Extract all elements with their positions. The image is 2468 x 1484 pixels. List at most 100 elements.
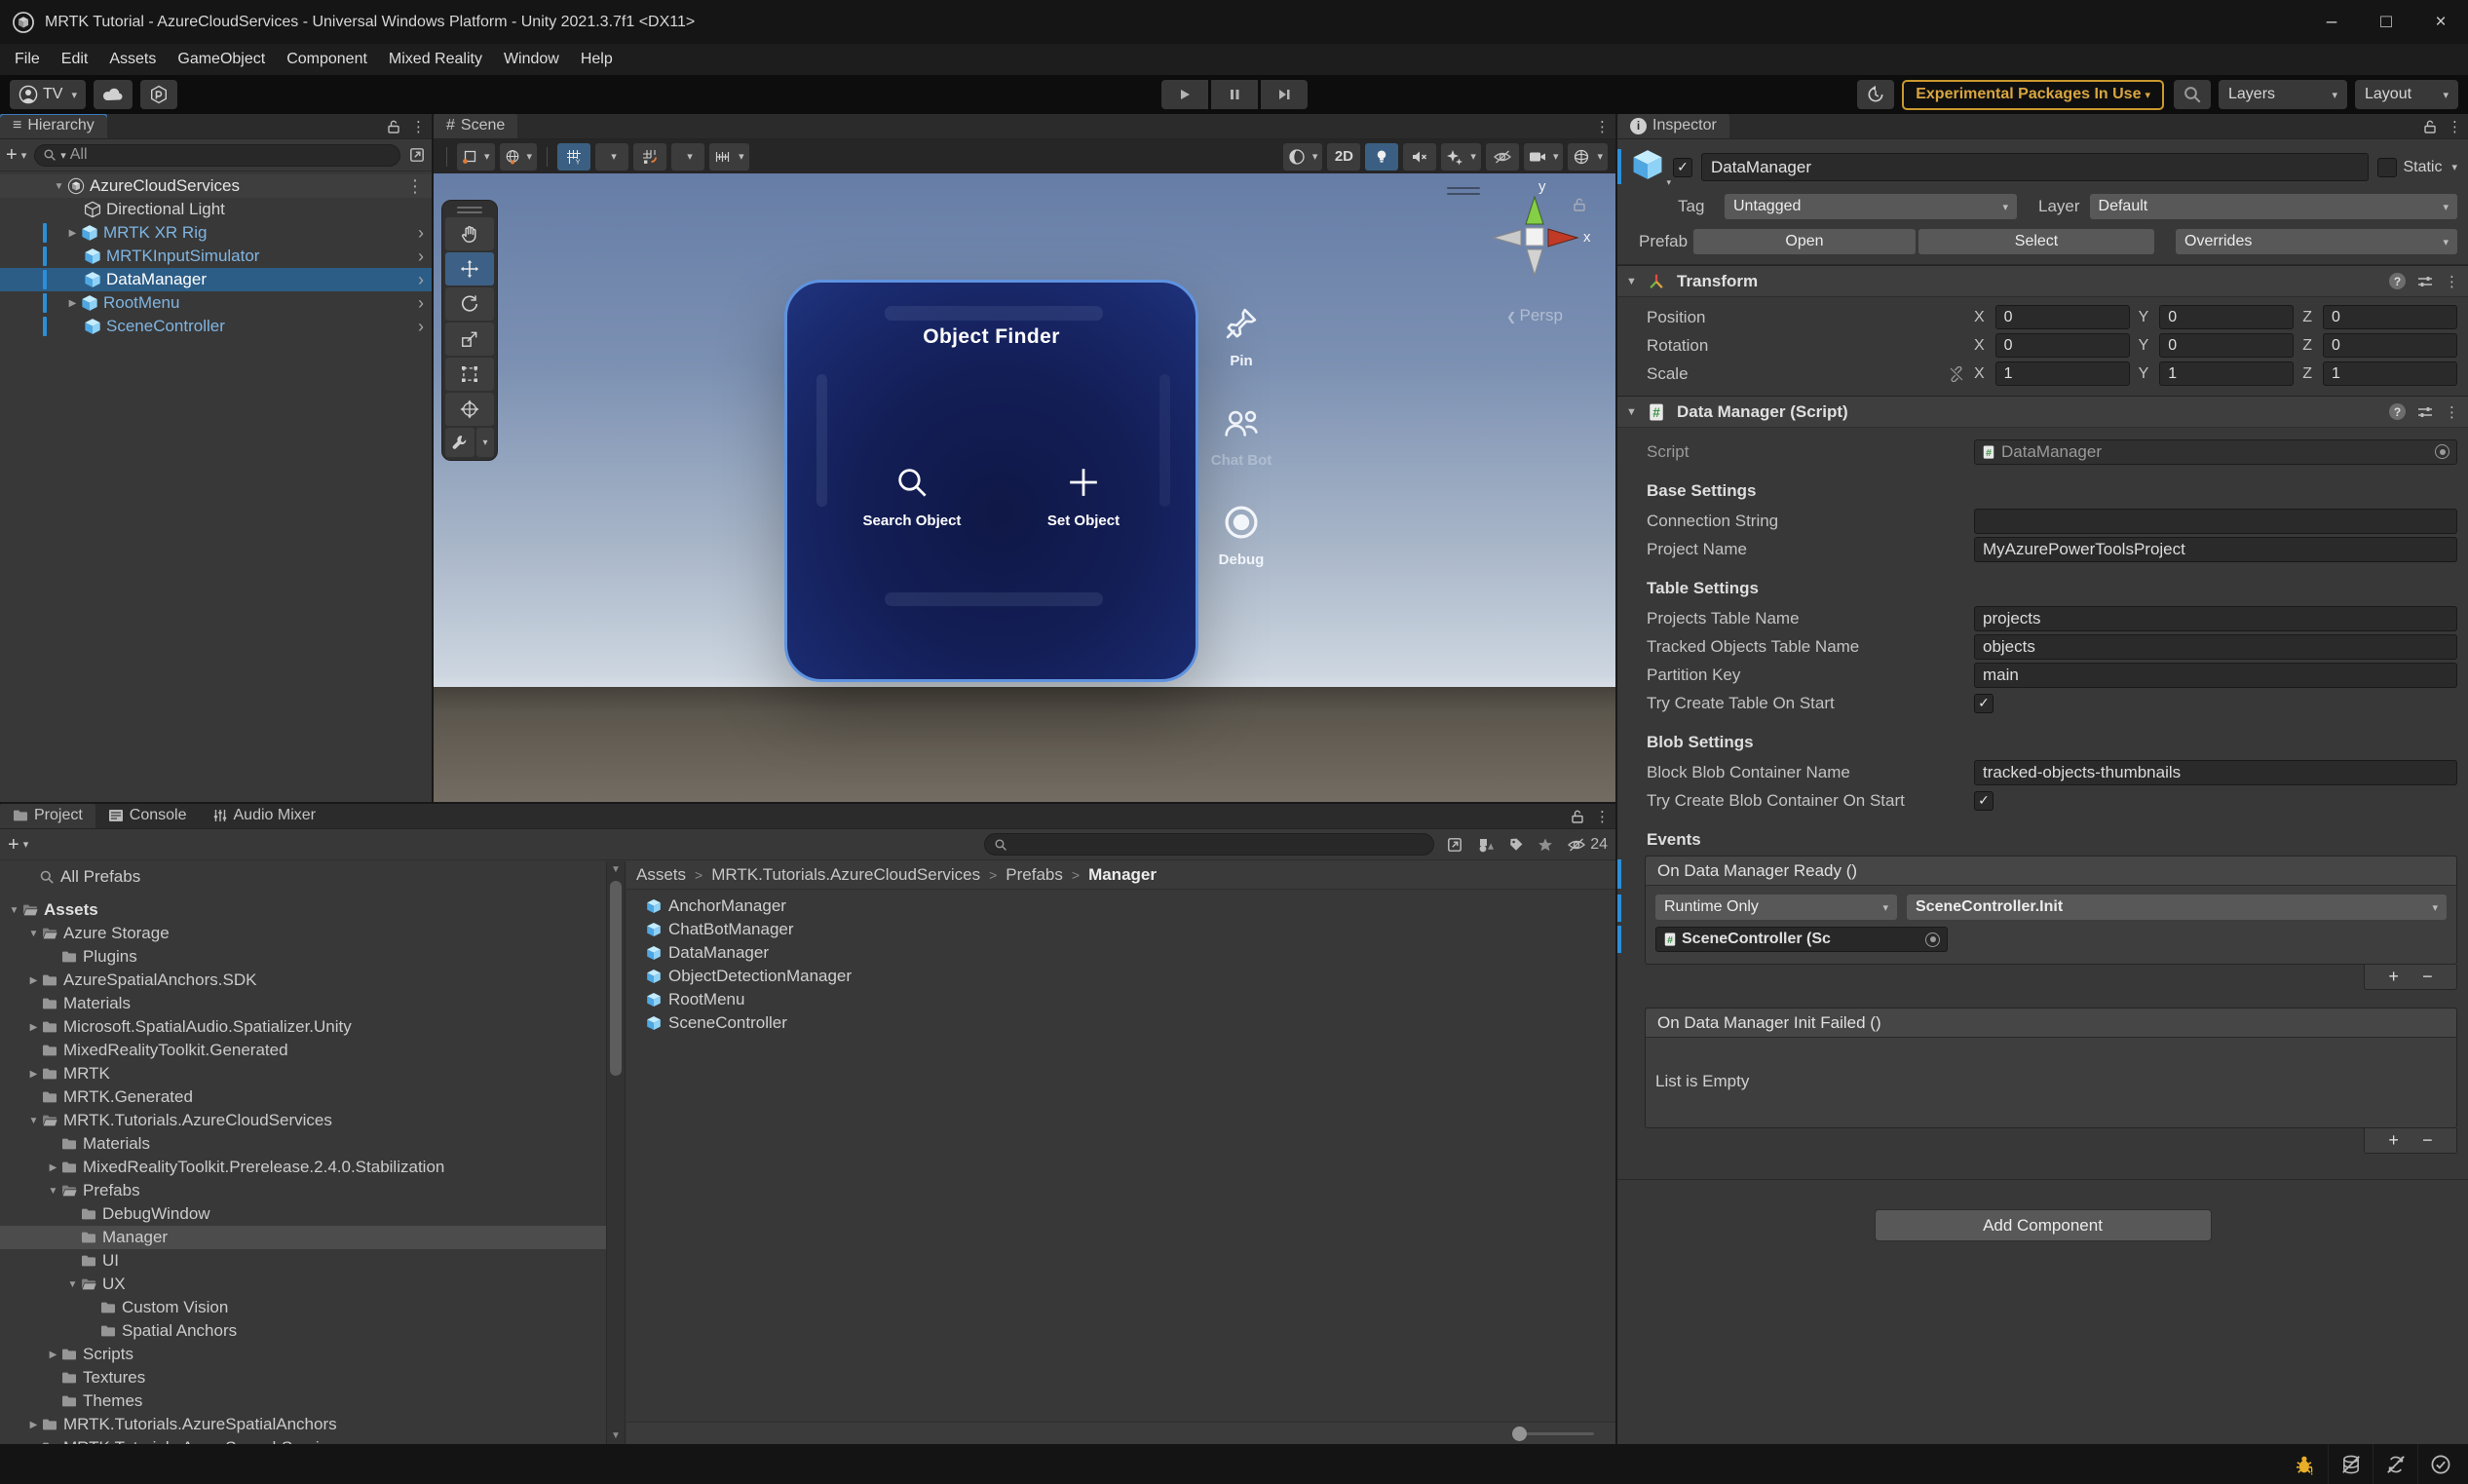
view-tool-button[interactable] — [445, 217, 494, 250]
foldout-icon[interactable]: ▼ — [1626, 406, 1640, 418]
foldout-icon[interactable]: ▶ — [64, 228, 81, 239]
menu-mixed-reality[interactable]: Mixed Reality — [378, 44, 493, 75]
hierarchy-item-mrtk-xr-rig[interactable]: ▶ MRTK XR Rig › — [0, 221, 432, 245]
menu-help[interactable]: Help — [570, 44, 624, 75]
tracked-objects-table-field[interactable]: objects — [1974, 633, 2457, 660]
presets-icon[interactable] — [2417, 404, 2433, 420]
camera-settings-dropdown[interactable]: ▾ — [1523, 142, 1564, 171]
slider-knob[interactable] — [1512, 1427, 1527, 1441]
asset-scene-controller[interactable]: SceneController — [626, 1011, 1615, 1035]
try-create-table-checkbox[interactable]: ✓ — [1974, 693, 1993, 713]
grid-snap-dropdown[interactable]: ▾ — [671, 142, 705, 171]
tree-item[interactable]: ▶ MRTK — [0, 1062, 606, 1085]
tab-hierarchy[interactable]: ≡ Hierarchy — [0, 114, 107, 138]
layers-dropdown[interactable]: Layers ▾ — [2219, 80, 2347, 109]
hidden-items-count[interactable]: 24 — [1567, 835, 1608, 855]
move-tool-button[interactable] — [445, 252, 494, 285]
tree-item[interactable]: MixedRealityToolkit.Generated — [0, 1039, 606, 1062]
2d-mode-button[interactable]: 2D — [1327, 142, 1361, 171]
help-icon[interactable]: ? — [2389, 273, 2406, 289]
project-tree-scrollbar[interactable]: ▼ ▼ — [606, 861, 626, 1444]
lock-icon[interactable] — [386, 119, 401, 134]
breadcrumb-item-current[interactable]: Manager — [1088, 865, 1157, 885]
pin-icon[interactable] — [1223, 305, 1260, 342]
scene-visibility-button[interactable] — [1485, 142, 1519, 171]
tree-item[interactable]: Textures — [0, 1366, 606, 1389]
hierarchy-scene-row[interactable]: ▼ AzureCloudServices ⋮ — [0, 174, 432, 198]
tree-item[interactable]: Materials — [0, 992, 606, 1015]
connection-string-field[interactable] — [1974, 508, 2457, 534]
event-target-object-field[interactable]: # SceneController (Sc — [1655, 927, 1948, 952]
cloud-button[interactable] — [93, 80, 133, 109]
hierarchy-search-input[interactable]: ▾ All — [34, 143, 400, 167]
projects-table-field[interactable]: projects — [1974, 605, 2457, 631]
create-object-button[interactable]: + ▾ — [6, 145, 26, 165]
tab-project[interactable]: Project — [0, 804, 95, 828]
scale-z-field[interactable]: 1 — [2323, 361, 2457, 386]
projection-label[interactable]: Persp — [1468, 306, 1601, 325]
rect-tool-button[interactable] — [445, 358, 494, 391]
tool-handle-rotation-button[interactable]: ▾ — [499, 142, 538, 171]
rotation-x-field[interactable]: 0 — [1994, 333, 2130, 358]
cache-server-status-button[interactable] — [2328, 1444, 2373, 1484]
prefab-open-chevron[interactable]: › — [418, 245, 424, 268]
hierarchy-item-mrtk-input-simulator[interactable]: MRTKInputSimulator › — [0, 245, 432, 268]
set-object-button[interactable]: Set Object — [1006, 466, 1161, 529]
breadcrumb-item[interactable]: Assets — [636, 865, 686, 885]
close-button[interactable]: × — [2413, 0, 2468, 44]
project-name-field[interactable]: MyAzurePowerToolsProject — [1974, 536, 2457, 562]
tree-item[interactable]: Plugins — [0, 945, 606, 969]
tree-item[interactable]: Custom Vision — [0, 1296, 606, 1319]
tab-inspector[interactable]: i Inspector — [1617, 114, 1729, 138]
transform-header[interactable]: ▼ Transform ? ⋮ — [1617, 265, 2468, 297]
undo-history-button[interactable] — [1857, 80, 1895, 109]
tree-item[interactable]: Themes — [0, 1389, 606, 1413]
tree-item[interactable]: UI — [0, 1249, 606, 1273]
component-menu-icon[interactable]: ⋮ — [2445, 403, 2459, 421]
tree-item[interactable]: ▶MRTK.Tutorials.AzureSpeechServices — [0, 1436, 606, 1444]
custom-tool-dropdown[interactable]: ▾ — [476, 428, 494, 457]
account-dropdown[interactable]: TV ▾ — [10, 80, 86, 109]
event-method-dropdown[interactable]: SceneController.Init ▾ — [1907, 894, 2447, 920]
tab-audio-mixer[interactable]: Audio Mixer — [200, 804, 328, 828]
constrain-proportions-icon[interactable] — [1949, 365, 1964, 382]
pause-button[interactable] — [1210, 80, 1258, 109]
grid-visibility-button[interactable]: Y — [557, 142, 591, 171]
experimental-packages-dropdown[interactable]: Experimental Packages In Use ▾ — [1902, 79, 2164, 110]
grid-snap-button[interactable] — [633, 142, 667, 171]
open-new-window-icon[interactable] — [408, 146, 426, 164]
scene-viewport[interactable]: ▾ Object Finder Search Object Set Object — [434, 173, 1615, 802]
prefab-select-button[interactable]: Select — [1918, 229, 2154, 254]
transform-tool-button[interactable] — [445, 393, 494, 426]
asset-anchor-manager[interactable]: AnchorManager — [626, 894, 1615, 918]
foldout-icon[interactable]: ▼ — [51, 181, 67, 192]
tree-item[interactable]: ▶ MRTK.Tutorials.AzureSpatialAnchors — [0, 1413, 606, 1436]
menu-window[interactable]: Window — [493, 44, 570, 75]
search-by-label-icon[interactable] — [1508, 837, 1524, 853]
prefab-open-chevron[interactable]: › — [418, 291, 424, 315]
partition-key-field[interactable]: main — [1974, 662, 2457, 688]
thumbnail-size-slider[interactable] — [1512, 1427, 1594, 1441]
favorites-all-prefabs[interactable]: All Prefabs — [0, 865, 606, 889]
tree-item[interactable]: ▼ UX — [0, 1273, 606, 1296]
event-title[interactable]: On Data Manager Init Failed () — [1646, 1008, 2456, 1038]
position-x-field[interactable]: 0 — [1994, 305, 2130, 329]
tree-item[interactable]: ▼ Azure Storage — [0, 922, 606, 945]
tree-item[interactable]: ▼ MRTK.Tutorials.AzureCloudServices — [0, 1109, 606, 1132]
panel-menu-icon[interactable]: ⋮ — [2448, 118, 2462, 135]
tree-item[interactable]: ▼ Prefabs — [0, 1179, 606, 1202]
panel-menu-icon[interactable]: ⋮ — [1595, 808, 1610, 825]
chevron-down-icon[interactable]: ▾ — [2451, 161, 2457, 173]
lock-icon[interactable] — [2422, 119, 2438, 134]
layer-dropdown[interactable]: Default ▾ — [2089, 194, 2457, 219]
scroll-up-icon[interactable]: ▼ — [607, 864, 625, 875]
remove-event-button[interactable]: − — [2422, 1130, 2433, 1151]
tab-console[interactable]: Console — [95, 804, 200, 828]
grid-visibility-dropdown[interactable]: ▾ — [595, 142, 629, 171]
rotation-z-field[interactable]: 0 — [2323, 333, 2457, 358]
asset-data-manager[interactable]: DataManager — [626, 941, 1615, 965]
scale-tool-button[interactable] — [445, 323, 494, 356]
prefab-open-button[interactable]: Open — [1693, 229, 1916, 254]
rotate-tool-button[interactable] — [445, 287, 494, 321]
tree-item[interactable]: Materials — [0, 1132, 606, 1156]
